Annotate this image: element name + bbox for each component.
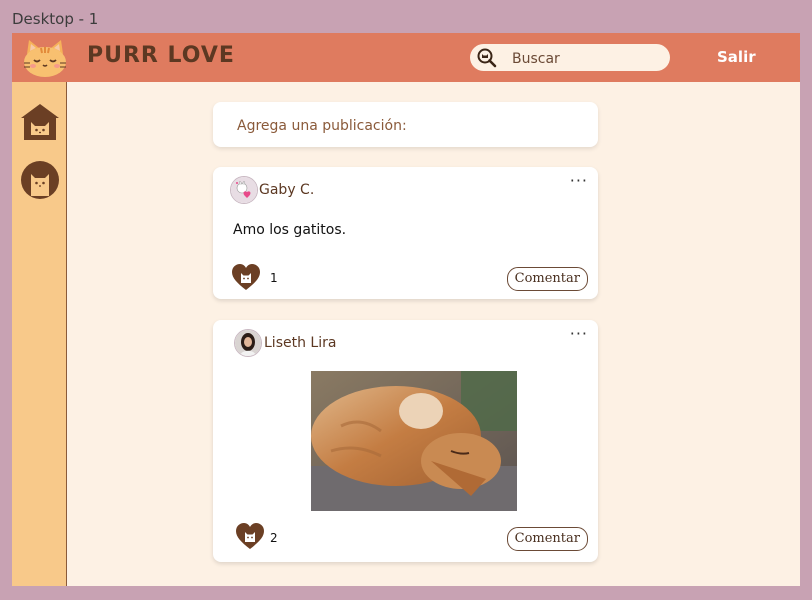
search-cat-icon[interactable] [477, 48, 497, 68]
avatar[interactable] [234, 329, 262, 357]
logout-button[interactable]: Salir [717, 48, 756, 66]
like-count: 1 [270, 271, 278, 285]
search-input[interactable] [510, 48, 664, 69]
post-card: Liseth Lira ··· 2 Comentar [213, 320, 598, 562]
more-options-icon[interactable]: ··· [570, 324, 588, 343]
post-author[interactable]: Liseth Lira [264, 335, 336, 351]
top-bar: PURR LOVE Salir [12, 33, 800, 82]
composer-input[interactable] [235, 115, 579, 137]
comment-button[interactable]: Comentar [506, 527, 588, 551]
cat-logo-icon [24, 40, 66, 77]
cat-face-icon[interactable] [20, 160, 60, 200]
avatar[interactable] [230, 176, 258, 204]
comment-button[interactable]: Comentar [506, 267, 588, 291]
cat-heart-like-icon[interactable] [231, 263, 261, 291]
app-window: PURR LOVE Salir [12, 33, 800, 586]
cat-photo [311, 371, 517, 511]
post-card: Gaby C. ··· Amo los gatitos. 1 Comentar [213, 167, 598, 299]
user-photo-avatar [235, 330, 261, 356]
post-text: Amo los gatitos. [233, 222, 347, 238]
more-options-icon[interactable]: ··· [570, 171, 588, 190]
sidebar [12, 82, 67, 586]
frame-label: Desktop - 1 [12, 10, 99, 28]
like-count: 2 [270, 531, 278, 545]
post-author[interactable]: Gaby C. [259, 182, 314, 198]
post-composer[interactable] [213, 102, 598, 147]
brand-title: PURR LOVE [87, 43, 235, 68]
cat-house-icon[interactable] [20, 102, 60, 142]
search-box[interactable] [470, 44, 670, 71]
cat-heart-like-icon[interactable] [235, 522, 265, 550]
cat-avatar-icon [231, 177, 257, 203]
